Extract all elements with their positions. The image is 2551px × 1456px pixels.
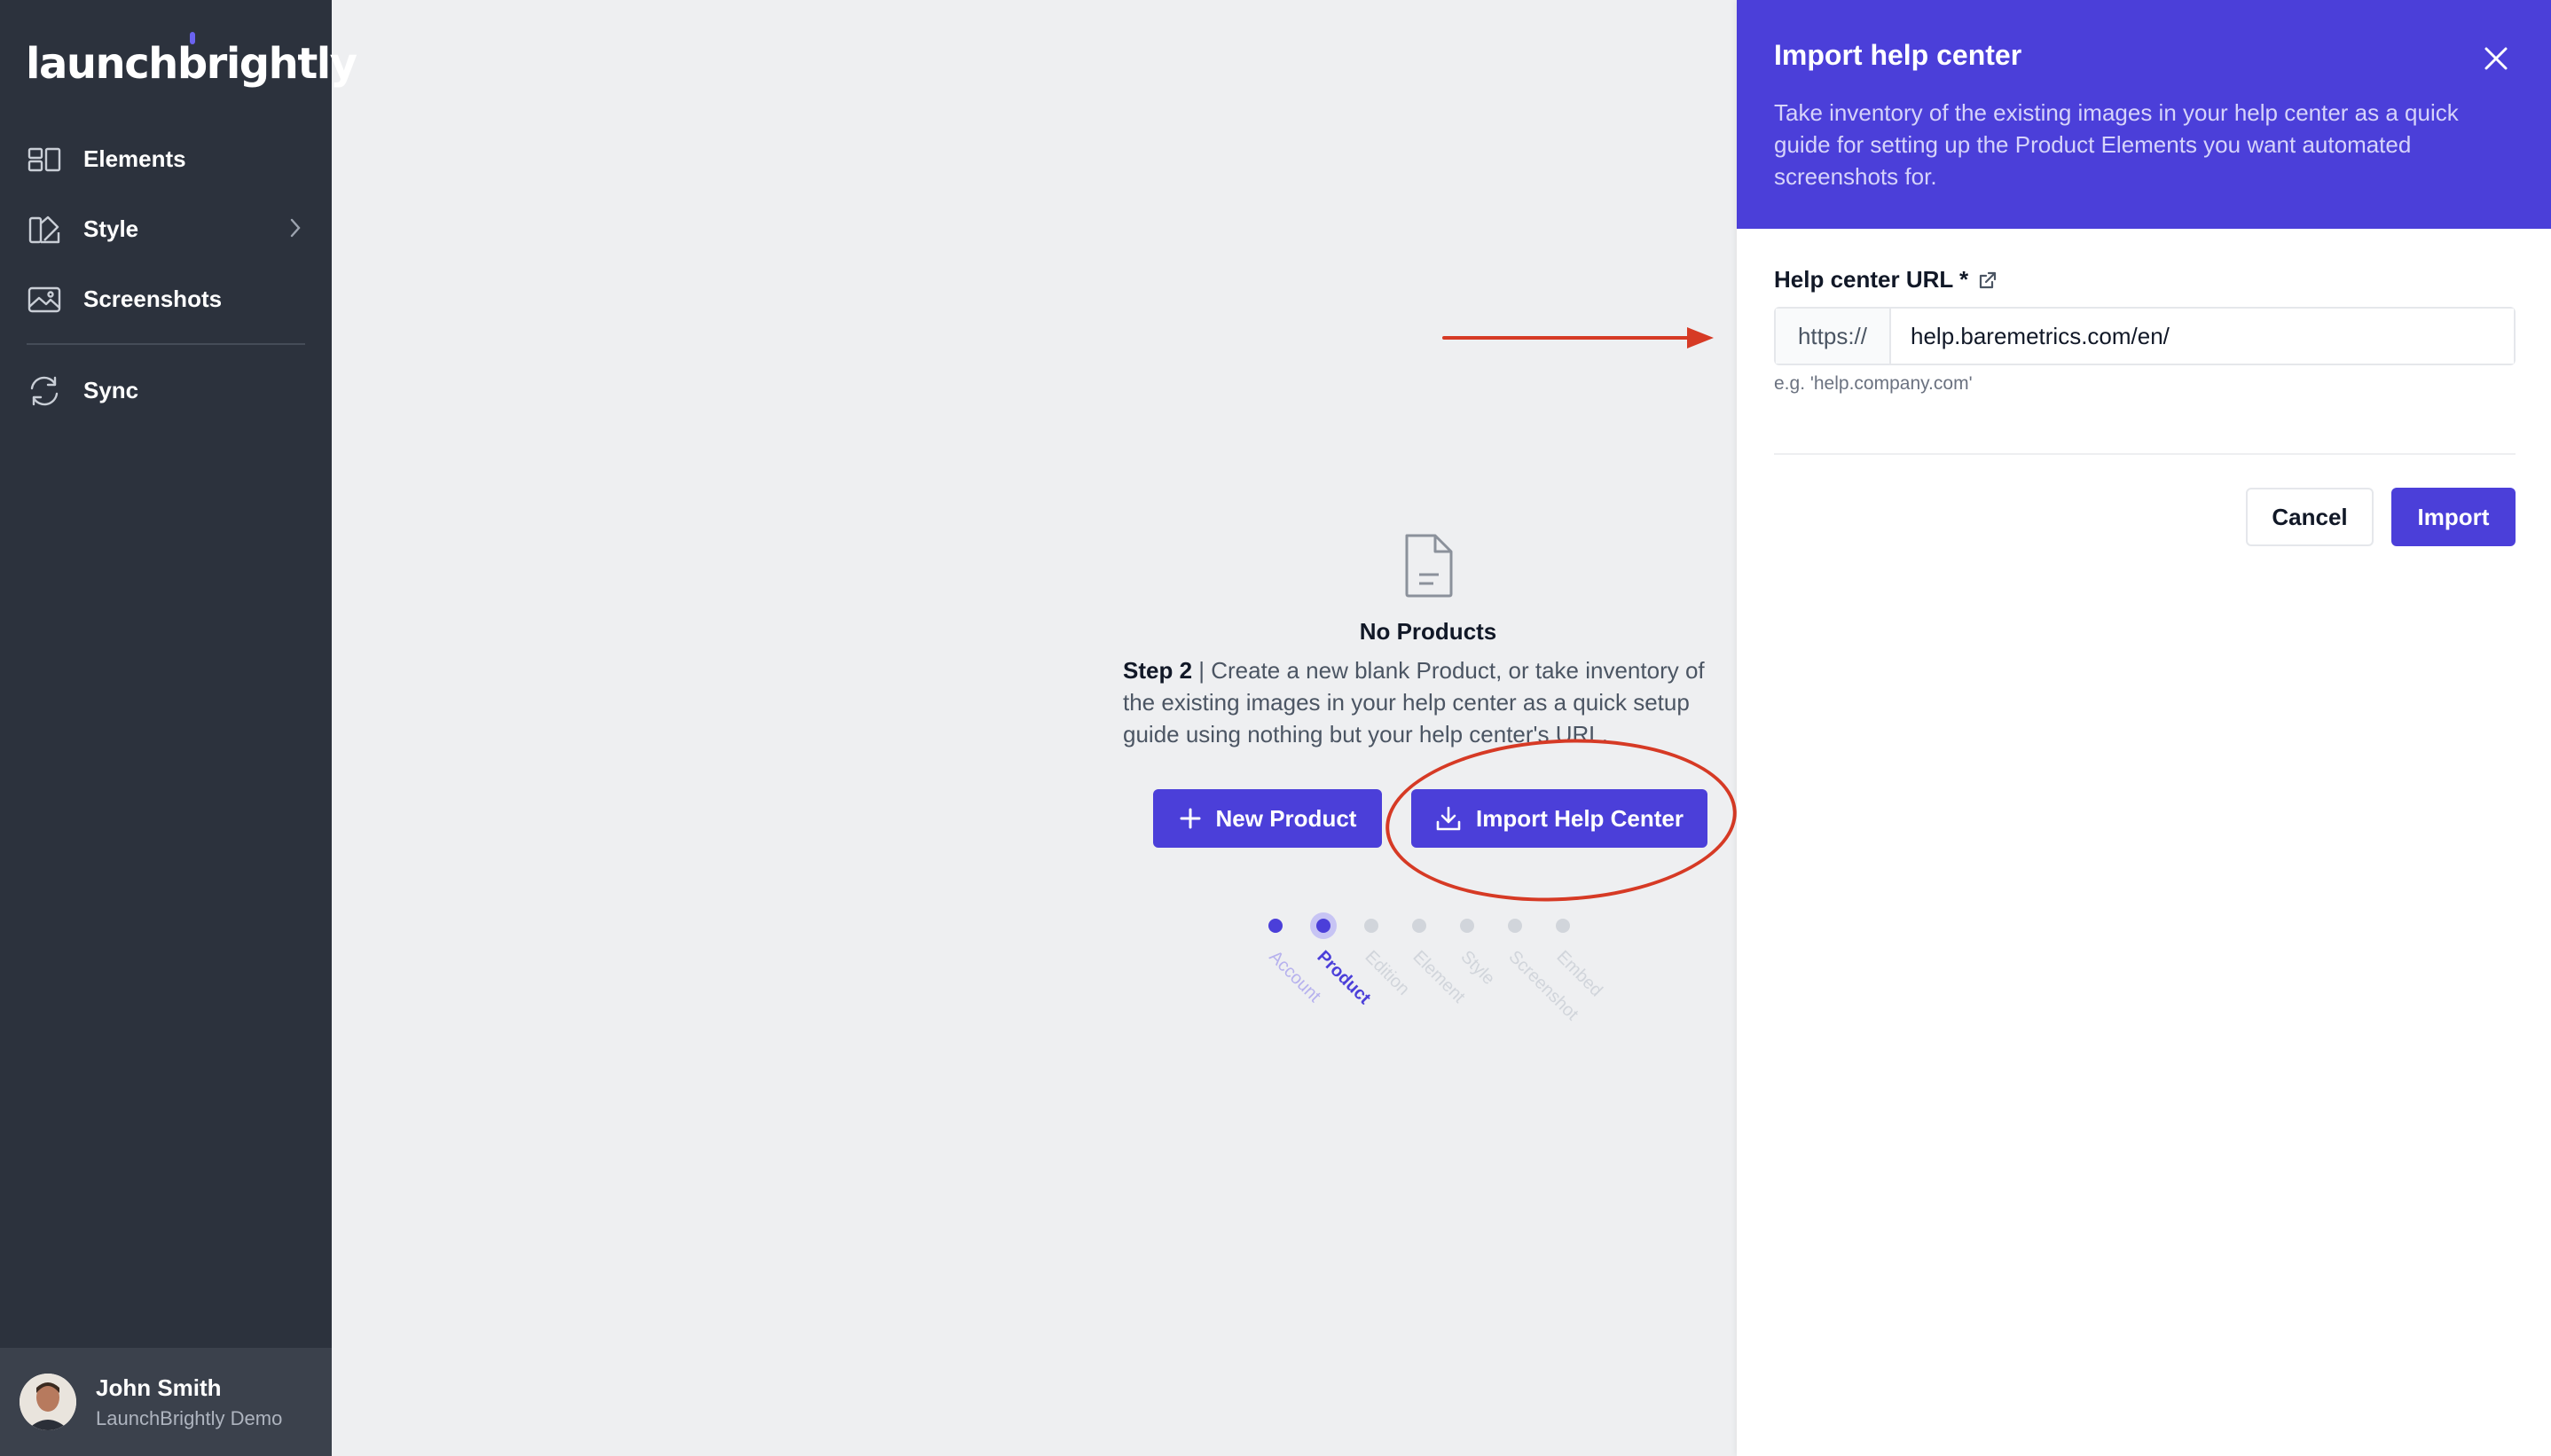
user-name: John Smith: [96, 1374, 222, 1401]
step-label-account: Account: [1265, 947, 1325, 1006]
panel-description: Take inventory of the existing images in…: [1774, 99, 2459, 190]
image-icon: [27, 282, 62, 317]
elements-icon: [27, 142, 62, 177]
sidebar-item-elements[interactable]: Elements: [0, 124, 332, 194]
style-icon: [27, 212, 62, 247]
url-prefix: https://: [1776, 309, 1891, 364]
sidebar-item-label: Sync: [83, 377, 139, 403]
sync-icon: [27, 373, 62, 409]
sidebar-item-sync[interactable]: Sync: [0, 356, 332, 426]
close-icon[interactable]: [2480, 43, 2512, 74]
step-label-element: Element: [1409, 947, 1469, 1007]
logo-spark: [190, 32, 195, 44]
description-text: | Create a new blank Product, or take in…: [1123, 657, 1705, 748]
highlight-circle-annotation: [1381, 730, 1741, 911]
onboarding-steps: Account Product Edition Element Style Sc…: [1265, 904, 1641, 1037]
user-profile[interactable]: John Smith LaunchBrightly Demo: [0, 1348, 332, 1456]
new-product-label: New Product: [1215, 804, 1357, 832]
sidebar-item-label: Style: [83, 215, 139, 242]
panel-header: Import help center Take inventory of the…: [1737, 0, 2551, 229]
new-product-button[interactable]: New Product: [1153, 789, 1382, 848]
help-center-url-field: https://: [1774, 307, 2516, 365]
field-label-text: Help center URL *: [1774, 266, 1969, 293]
step-dot-style[interactable]: [1460, 919, 1474, 933]
logo[interactable]: launchbrightly: [26, 27, 357, 89]
sidebar-item-label: Screenshots: [83, 286, 223, 312]
step-dot-product[interactable]: [1316, 919, 1330, 933]
sidebar-item-style[interactable]: Style: [0, 194, 332, 264]
sidebar-divider: [27, 343, 305, 345]
help-center-url-label: Help center URL *: [1774, 266, 1998, 294]
empty-state-description: Step 2 | Create a new blank Product, or …: [1123, 654, 1735, 750]
import-button[interactable]: Import: [2391, 488, 2516, 546]
user-org: LaunchBrightly Demo: [96, 1406, 283, 1429]
external-link-icon[interactable]: [1977, 270, 1998, 291]
empty-state-title: No Products: [1359, 618, 1497, 645]
arrow-annotation: [1442, 327, 1714, 348]
step-dot-screenshot[interactable]: [1508, 919, 1522, 933]
step-indicator: Step 2: [1123, 657, 1193, 684]
sidebar-item-label: Elements: [83, 145, 186, 172]
step-dot-embed[interactable]: [1556, 919, 1570, 933]
avatar: [20, 1374, 76, 1430]
step-dot-element[interactable]: [1412, 919, 1426, 933]
sidebar: launchbrightly Elements Style Screenshot…: [0, 0, 357, 1456]
url-hint: e.g. 'help.company.com': [1774, 373, 1973, 394]
cancel-button[interactable]: Cancel: [2246, 488, 2374, 546]
import-help-center-panel: Import help center Take inventory of the…: [1737, 0, 2551, 1456]
document-icon: [1405, 534, 1453, 598]
panel-divider: [1774, 453, 2516, 455]
panel-title: Import help center: [1774, 39, 2022, 71]
step-dot-account[interactable]: [1268, 919, 1283, 933]
help-center-url-input[interactable]: [1891, 309, 2514, 364]
sidebar-item-screenshots[interactable]: Screenshots: [0, 264, 332, 334]
step-dot-edition[interactable]: [1364, 919, 1378, 933]
chevron-right-icon[interactable]: [289, 217, 302, 245]
sidebar-nav: Elements Style Screenshots Sync: [0, 124, 332, 426]
logo-text: launchbrightly: [26, 39, 357, 89]
plus-icon: [1180, 808, 1201, 829]
step-label-style: Style: [1456, 947, 1499, 990]
